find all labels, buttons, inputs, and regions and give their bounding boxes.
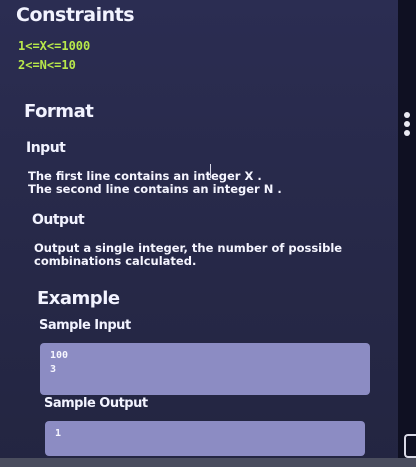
sample-output-label: Sample Output (44, 396, 148, 411)
constraint-line-1: 1<=X<=1000 (18, 39, 91, 53)
sample-input-box[interactable]: 100 3 (40, 343, 370, 395)
dot (404, 130, 410, 136)
text-cursor-icon (210, 164, 216, 178)
sample-input-label: Sample Input (39, 318, 131, 333)
sample-output-box[interactable]: 1 (45, 421, 365, 456)
sample-input-line-2: 3 (50, 364, 57, 375)
format-heading: Format (24, 101, 94, 122)
constraint-line-2: 2<=N<=10 (18, 58, 76, 72)
dot (404, 112, 410, 118)
sample-input-line-1: 100 (50, 350, 69, 361)
panel-toggle-button[interactable] (404, 434, 416, 458)
output-heading: Output (32, 212, 85, 228)
sample-output-line-1: 1 (55, 428, 62, 439)
dot (404, 121, 410, 127)
example-heading: Example (37, 288, 120, 309)
more-vertical-icon[interactable] (404, 112, 412, 136)
side-gutter (398, 0, 416, 467)
input-heading: Input (26, 140, 66, 156)
constraints-heading: Constraints (16, 4, 135, 26)
bottom-bar (0, 458, 416, 467)
output-description: Output a single integer, the number of p… (34, 241, 343, 268)
input-description-line-2: The second line contains an integer N . (28, 182, 282, 196)
problem-panel: Constraints 1<=X<=1000 2<=N<=10 Format I… (0, 0, 398, 467)
